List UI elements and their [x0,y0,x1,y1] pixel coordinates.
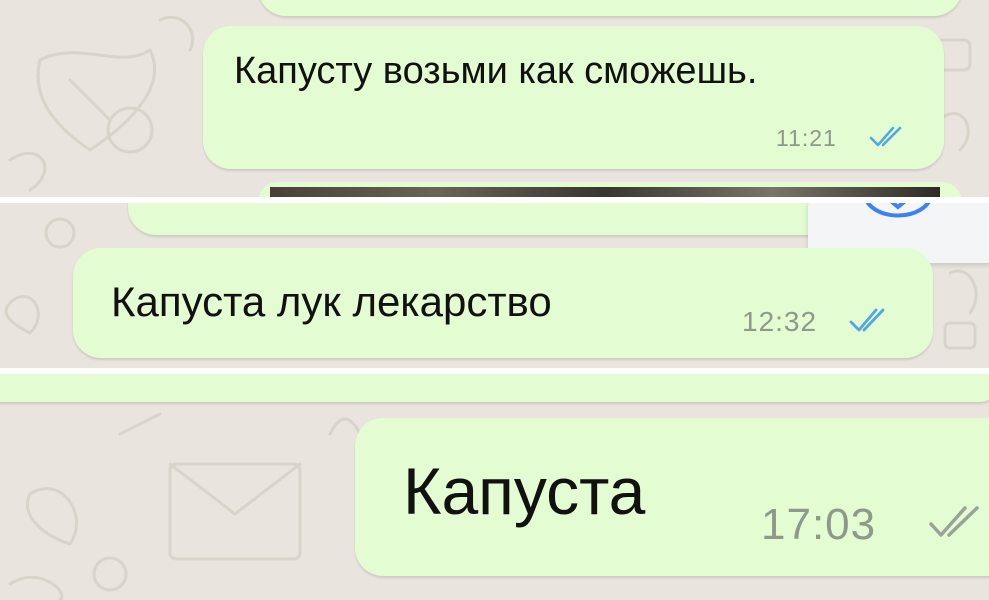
chat-strip-2: Капуста лук лекарство 12:32 [0,203,989,368]
message-time: 12:32 [742,306,818,337]
chevron-down-icon [865,203,931,218]
chat-strip-1: Капусту возьми как сможешь. 11:21 [0,0,989,197]
message-text: Капуста лук лекарство [111,278,552,325]
double-check-delivered-icon [929,506,979,537]
message-bubble[interactable]: Капусту возьми как сможешь. 11:21 [203,26,944,169]
message-text: Капусту возьми как сможешь. [234,50,758,92]
message-text: Капуста [403,454,646,528]
double-check-read-icon [849,308,885,332]
message-bubble[interactable]: Капуста 17:03 [355,418,989,576]
message-bubble-prev[interactable] [0,374,989,402]
double-check-read-icon [869,126,902,147]
message-time: 11:21 [776,125,837,151]
message-bubble[interactable]: Капуста лук лекарство 12:32 [73,248,933,358]
chat-strip-3: Капуста 17:03 [0,374,989,600]
message-bubble-prev[interactable] [258,0,962,16]
message-time: 17:03 [761,500,877,549]
photo-edge [270,187,940,197]
